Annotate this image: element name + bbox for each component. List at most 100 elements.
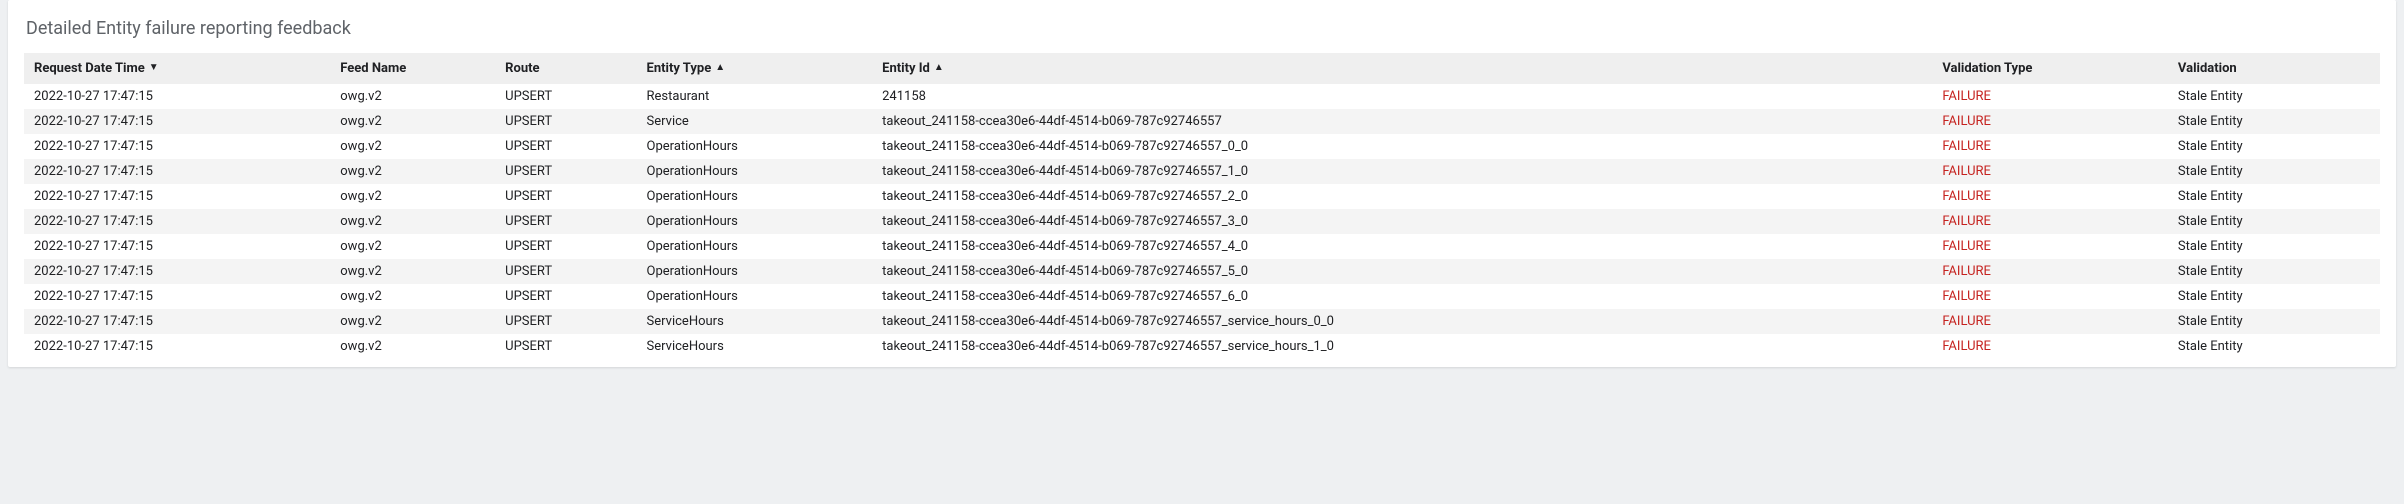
cell-feed_name: owg.v2: [330, 134, 495, 159]
cell-entity_id: takeout_241158-ccea30e6-44df-4514-b069-7…: [872, 234, 1932, 259]
column-header-feed_name[interactable]: Feed Name: [330, 53, 495, 84]
cell-entity_id: takeout_241158-ccea30e6-44df-4514-b069-7…: [872, 259, 1932, 284]
cell-entity_type: OperationHours: [637, 134, 873, 159]
cell-entity_id: takeout_241158-ccea30e6-44df-4514-b069-7…: [872, 284, 1932, 309]
cell-val_type: FAILURE: [1932, 159, 2168, 184]
table-row[interactable]: 2022-10-27 17:47:15owg.v2UPSERTServiceta…: [24, 109, 2380, 134]
cell-request_dt: 2022-10-27 17:47:15: [24, 284, 330, 309]
cell-validation: Stale Entity: [2168, 234, 2380, 259]
column-header-inner[interactable]: Feed Name: [340, 61, 406, 76]
cell-validation: Stale Entity: [2168, 309, 2380, 334]
cell-request_dt: 2022-10-27 17:47:15: [24, 334, 330, 359]
column-header-route[interactable]: Route: [495, 53, 636, 84]
table-body: 2022-10-27 17:47:15owg.v2UPSERTRestauran…: [24, 84, 2380, 359]
cell-val_type: FAILURE: [1932, 109, 2168, 134]
cell-feed_name: owg.v2: [330, 209, 495, 234]
report-card: Detailed Entity failure reporting feedba…: [8, 0, 2396, 367]
table-row[interactable]: 2022-10-27 17:47:15owg.v2UPSERTRestauran…: [24, 84, 2380, 109]
column-header-inner[interactable]: Route: [505, 61, 539, 76]
failure-table: Request Date Time▼ Feed Name Route Entity T…: [24, 53, 2380, 359]
table-header-row: Request Date Time▼ Feed Name Route Entity T…: [24, 53, 2380, 84]
column-header-entity_id[interactable]: Entity Id ▲: [872, 53, 1932, 84]
cell-route: UPSERT: [495, 234, 636, 259]
cell-validation: Stale Entity: [2168, 159, 2380, 184]
cell-val_type: FAILURE: [1932, 309, 2168, 334]
cell-route: UPSERT: [495, 184, 636, 209]
cell-feed_name: owg.v2: [330, 84, 495, 109]
cell-val_type: FAILURE: [1932, 334, 2168, 359]
cell-route: UPSERT: [495, 209, 636, 234]
cell-val_type: FAILURE: [1932, 84, 2168, 109]
cell-validation: Stale Entity: [2168, 259, 2380, 284]
cell-entity_type: OperationHours: [637, 159, 873, 184]
cell-request_dt: 2022-10-27 17:47:15: [24, 309, 330, 334]
cell-entity_id: takeout_241158-ccea30e6-44df-4514-b069-7…: [872, 134, 1932, 159]
column-header-label: Route: [505, 61, 539, 76]
table-row[interactable]: 2022-10-27 17:47:15owg.v2UPSERTOperation…: [24, 234, 2380, 259]
cell-entity_id: takeout_241158-ccea30e6-44df-4514-b069-7…: [872, 109, 1932, 134]
cell-val_type: FAILURE: [1932, 184, 2168, 209]
cell-val_type: FAILURE: [1932, 134, 2168, 159]
table-row[interactable]: 2022-10-27 17:47:15owg.v2UPSERTOperation…: [24, 159, 2380, 184]
cell-route: UPSERT: [495, 334, 636, 359]
column-header-entity_type[interactable]: Entity Type▲: [637, 53, 873, 84]
cell-validation: Stale Entity: [2168, 184, 2380, 209]
column-header-inner[interactable]: Validation: [2178, 61, 2237, 76]
column-header-label: Entity Id: [882, 61, 930, 76]
cell-entity_type: OperationHours: [637, 284, 873, 309]
cell-request_dt: 2022-10-27 17:47:15: [24, 109, 330, 134]
cell-feed_name: owg.v2: [330, 334, 495, 359]
cell-route: UPSERT: [495, 109, 636, 134]
cell-entity_type: Service: [637, 109, 873, 134]
column-header-validation[interactable]: Validation: [2168, 53, 2380, 84]
cell-entity_type: OperationHours: [637, 184, 873, 209]
cell-validation: Stale Entity: [2168, 284, 2380, 309]
column-header-inner[interactable]: Entity Type▲: [647, 61, 726, 76]
table-row[interactable]: 2022-10-27 17:47:15owg.v2UPSERTOperation…: [24, 284, 2380, 309]
cell-request_dt: 2022-10-27 17:47:15: [24, 184, 330, 209]
table-row[interactable]: 2022-10-27 17:47:15owg.v2UPSERTOperation…: [24, 209, 2380, 234]
cell-entity_type: ServiceHours: [637, 334, 873, 359]
cell-validation: Stale Entity: [2168, 84, 2380, 109]
column-header-inner[interactable]: Validation Type: [1942, 61, 2032, 76]
table-row[interactable]: 2022-10-27 17:47:15owg.v2UPSERTOperation…: [24, 134, 2380, 159]
table-row[interactable]: 2022-10-27 17:47:15owg.v2UPSERTServiceHo…: [24, 334, 2380, 359]
column-header-request_dt[interactable]: Request Date Time▼: [24, 53, 330, 84]
cell-validation: Stale Entity: [2168, 209, 2380, 234]
cell-feed_name: owg.v2: [330, 259, 495, 284]
cell-feed_name: owg.v2: [330, 109, 495, 134]
column-header-label: Validation: [2178, 61, 2237, 76]
column-header-inner[interactable]: Entity Id ▲: [882, 61, 944, 76]
column-header-label: Entity Type: [647, 61, 712, 76]
cell-entity_id: takeout_241158-ccea30e6-44df-4514-b069-7…: [872, 209, 1932, 234]
sort-asc-icon: ▲: [934, 63, 944, 73]
column-header-inner[interactable]: Request Date Time▼: [34, 61, 159, 76]
cell-val_type: FAILURE: [1932, 259, 2168, 284]
cell-val_type: FAILURE: [1932, 234, 2168, 259]
cell-feed_name: owg.v2: [330, 309, 495, 334]
cell-request_dt: 2022-10-27 17:47:15: [24, 84, 330, 109]
table-row[interactable]: 2022-10-27 17:47:15owg.v2UPSERTOperation…: [24, 259, 2380, 284]
cell-entity_id: takeout_241158-ccea30e6-44df-4514-b069-7…: [872, 334, 1932, 359]
table-row[interactable]: 2022-10-27 17:47:15owg.v2UPSERTOperation…: [24, 184, 2380, 209]
cell-val_type: FAILURE: [1932, 284, 2168, 309]
sort-asc-icon: ▲: [715, 63, 725, 73]
cell-entity_type: OperationHours: [637, 209, 873, 234]
cell-route: UPSERT: [495, 259, 636, 284]
table-row[interactable]: 2022-10-27 17:47:15owg.v2UPSERTServiceHo…: [24, 309, 2380, 334]
cell-feed_name: owg.v2: [330, 159, 495, 184]
sort-desc-icon: ▼: [149, 63, 159, 73]
cell-request_dt: 2022-10-27 17:47:15: [24, 134, 330, 159]
cell-entity_type: Restaurant: [637, 84, 873, 109]
cell-validation: Stale Entity: [2168, 109, 2380, 134]
cell-feed_name: owg.v2: [330, 284, 495, 309]
cell-feed_name: owg.v2: [330, 184, 495, 209]
cell-entity_id: 241158: [872, 84, 1932, 109]
cell-route: UPSERT: [495, 309, 636, 334]
column-header-val_type[interactable]: Validation Type: [1932, 53, 2168, 84]
cell-route: UPSERT: [495, 84, 636, 109]
cell-val_type: FAILURE: [1932, 209, 2168, 234]
cell-request_dt: 2022-10-27 17:47:15: [24, 259, 330, 284]
cell-route: UPSERT: [495, 159, 636, 184]
cell-entity_type: OperationHours: [637, 234, 873, 259]
